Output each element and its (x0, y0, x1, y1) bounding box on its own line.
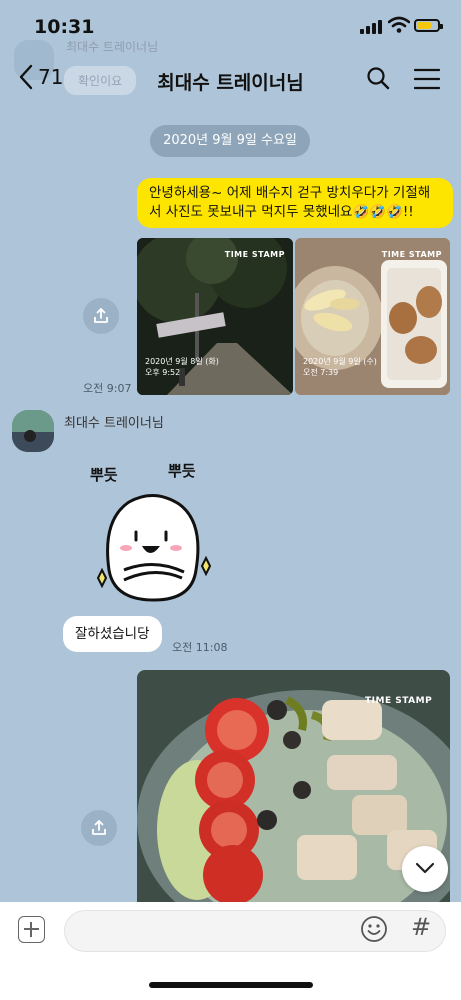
share-icon (92, 820, 106, 835)
message-input[interactable] (81, 911, 365, 953)
chat-title: 최대수 트레이너님 (157, 72, 304, 94)
share-button[interactable] (81, 810, 117, 846)
cellular-signal-icon (360, 20, 382, 34)
wifi-icon (388, 16, 410, 33)
outgoing-message-bubble[interactable]: 안녕하세용~ 어제 배수지 걷구 방치우다가 기절해서 사진도 못보내구 먹지두… (137, 178, 453, 228)
time-stamp-label: TIME STAMP (365, 696, 433, 706)
sticker-proud[interactable]: 뿌듯 뿌듯 (84, 460, 224, 605)
chevron-down-icon (415, 862, 435, 874)
date-divider: 2020년 9월 9일 수요일 (150, 125, 310, 157)
photo-date-label: 2020년 9월 9일 (수) 오전 7:39 (303, 357, 377, 377)
sender-name: 최대수 트레이너님 (64, 416, 164, 431)
battery-icon (414, 19, 443, 32)
share-icon (94, 308, 108, 323)
avatar-image (12, 410, 54, 452)
home-indicator[interactable] (149, 982, 313, 988)
photo-date-label: 2020년 9월 8일 (화) 오후 9:52 (145, 357, 219, 377)
share-button[interactable] (83, 298, 119, 334)
sticker-text-left: 뿌듯 (90, 466, 118, 484)
message-time: 오전 9:07 (83, 382, 132, 395)
time-stamp-label: TIME STAMP (381, 250, 442, 259)
hashtag-search-button[interactable]: # (411, 913, 431, 941)
photo-night-walk[interactable]: TIME STAMP 2020년 9월 8일 (화) 오후 9:52 (137, 238, 293, 395)
incoming-message-bubble[interactable]: 잘하셨습니당 (63, 616, 162, 652)
menu-icon[interactable] (414, 68, 440, 90)
emoji-icon[interactable] (360, 915, 388, 943)
scroll-to-bottom-button[interactable] (402, 846, 448, 892)
photo-apples-eggs[interactable]: TIME STAMP 2020년 9월 9일 (수) 오전 7:39 (295, 238, 450, 395)
message-time: 오전 11:08 (172, 641, 228, 654)
time-stamp-label: TIME STAMP (224, 250, 285, 259)
sticker-text-right: 뿌듯 (168, 462, 196, 480)
sender-avatar[interactable] (12, 410, 54, 452)
search-icon[interactable] (366, 66, 390, 90)
attach-plus-button[interactable] (18, 916, 45, 943)
message-text-field[interactable] (64, 910, 446, 953)
chat-header: 71 최대수 트레이너님 (0, 50, 461, 110)
